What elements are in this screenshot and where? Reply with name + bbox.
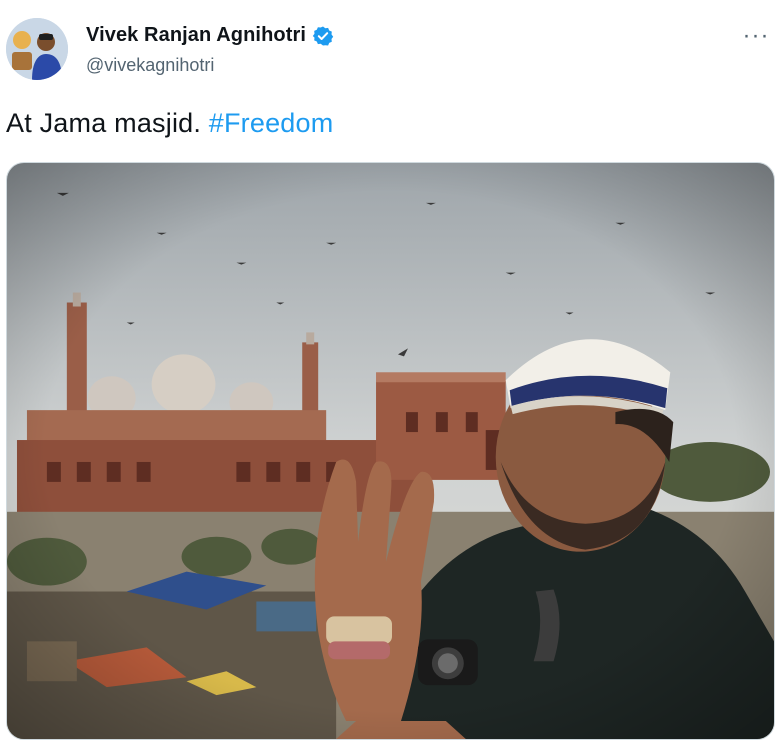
- tweet-card: Vivek Ranjan Agnihotri @vivekagnihotri ·…: [0, 0, 780, 745]
- verified-badge-icon: [312, 25, 334, 47]
- avatar-image: [6, 18, 68, 80]
- tweet-photo[interactable]: [6, 162, 775, 740]
- more-options-button[interactable]: ···: [738, 18, 774, 54]
- display-name[interactable]: Vivek Ranjan Agnihotri: [86, 24, 306, 47]
- photo-illustration: [7, 163, 774, 739]
- tweet-body: At Jama masjid.: [6, 108, 202, 138]
- more-icon: ···: [742, 22, 770, 49]
- tweet-text: At Jama masjid. #Freedom: [6, 108, 333, 139]
- hashtag-link[interactable]: #Freedom: [209, 108, 334, 138]
- avatar[interactable]: [6, 18, 68, 80]
- author-block: Vivek Ranjan Agnihotri @vivekagnihotri: [86, 24, 334, 76]
- user-handle[interactable]: @vivekagnihotri: [86, 55, 334, 76]
